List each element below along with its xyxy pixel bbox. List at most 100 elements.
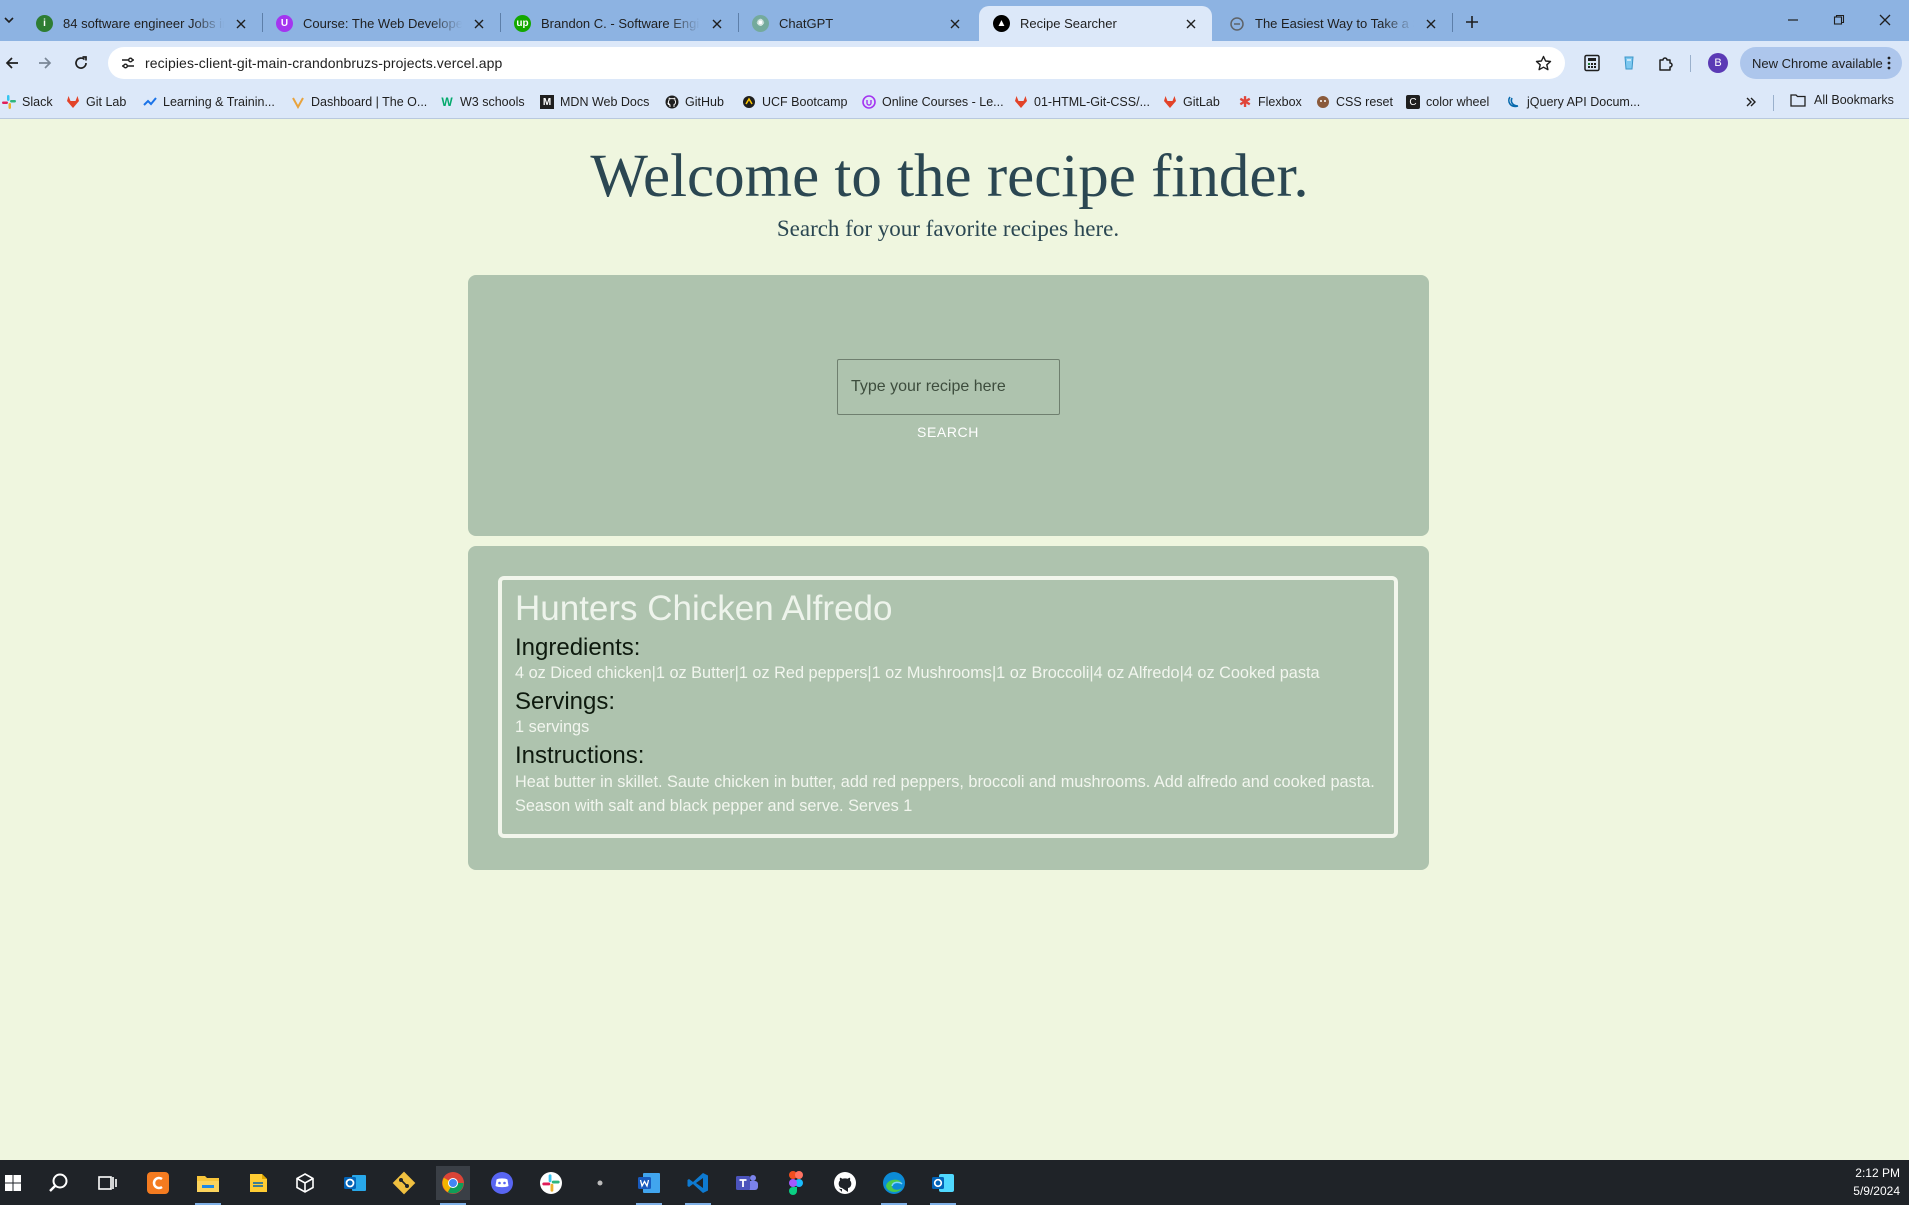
ingredients-heading: Ingredients: xyxy=(515,633,641,661)
bookmark-online-courses[interactable]: Online Courses - Le... xyxy=(862,93,1004,111)
close-tab-icon[interactable] xyxy=(232,15,250,33)
kebab-menu-icon[interactable] xyxy=(1886,55,1892,71)
servings-heading: Servings: xyxy=(515,687,616,715)
vscode-icon[interactable] xyxy=(681,1166,715,1205)
ucf-icon xyxy=(742,95,756,109)
figma-icon[interactable] xyxy=(779,1166,813,1200)
mdn-icon: M xyxy=(540,95,554,109)
tab-title: ChatGPT xyxy=(779,16,834,31)
gitlab-icon xyxy=(1014,95,1028,109)
close-tab-icon[interactable] xyxy=(1182,15,1200,33)
extensions-puzzle-icon[interactable] xyxy=(1654,51,1678,75)
slack-icon xyxy=(2,95,16,109)
3d-box-icon[interactable] xyxy=(288,1166,322,1200)
bookmark-github[interactable]: GitHub xyxy=(665,93,724,111)
close-tab-icon[interactable] xyxy=(946,15,964,33)
page-content: Welcome to the recipe finder. Search for… xyxy=(0,120,1909,1160)
bookmark-ucf-bootcamp[interactable]: UCF Bootcamp xyxy=(742,93,847,111)
toolbar-separator xyxy=(1690,55,1691,72)
tab-search-chevron-icon[interactable] xyxy=(0,9,18,31)
browser-toolbar: recipies-client-git-main-crandonbruzs-pr… xyxy=(0,41,1909,85)
flexbox-icon: ✱ xyxy=(1238,94,1252,111)
outlook-icon[interactable] xyxy=(338,1166,372,1200)
bookmark-flexbox[interactable]: ✱ Flexbox xyxy=(1238,93,1302,111)
edge-icon[interactable] xyxy=(877,1166,911,1205)
outlook-new-icon[interactable] xyxy=(926,1166,960,1205)
all-bookmarks-button[interactable]: All Bookmarks xyxy=(1790,93,1894,107)
restore-window-icon[interactable] xyxy=(1826,8,1852,32)
minimize-window-icon[interactable] xyxy=(1780,8,1806,32)
windows-start-icon[interactable] xyxy=(0,1166,30,1200)
url-text: recipies-client-git-main-crandonbruzs-pr… xyxy=(145,55,503,71)
back-arrow-icon[interactable] xyxy=(0,51,24,75)
new-tab-plus-icon[interactable] xyxy=(1460,10,1484,34)
tab-recipe-searcher[interactable]: ▲ Recipe Searcher xyxy=(979,6,1212,41)
tab-chatgpt[interactable]: ✺ ChatGPT xyxy=(738,6,976,41)
reload-icon[interactable] xyxy=(69,51,93,75)
close-window-icon[interactable] xyxy=(1872,8,1898,32)
slack-icon[interactable] xyxy=(534,1166,568,1200)
profile-avatar[interactable]: B xyxy=(1708,53,1728,73)
bookmark-html-git-css[interactable]: 01-HTML-Git-CSS/... xyxy=(1014,93,1150,111)
github-desktop-icon[interactable] xyxy=(828,1166,862,1200)
udemy-icon xyxy=(862,95,876,109)
close-tab-icon[interactable] xyxy=(1422,15,1440,33)
close-tab-icon[interactable] xyxy=(708,15,726,33)
bookmark-dashboard[interactable]: Dashboard | The O... xyxy=(291,93,427,111)
bookmark-star-icon[interactable] xyxy=(1533,53,1553,73)
site-settings-icon[interactable] xyxy=(118,53,138,73)
tab-strip: i 84 software engineer Jobs in H U Cours… xyxy=(0,0,1909,41)
recipe-search-input[interactable] xyxy=(837,359,1060,415)
bookmark-css-reset[interactable]: CSS reset xyxy=(1316,93,1393,111)
task-view-icon[interactable] xyxy=(91,1166,125,1200)
gitlab-icon xyxy=(66,95,80,109)
chatgpt-icon: ✺ xyxy=(752,15,769,32)
file-explorer-icon[interactable] xyxy=(191,1166,225,1205)
indeed-icon: i xyxy=(36,15,53,32)
address-bar[interactable]: recipies-client-git-main-crandonbruzs-pr… xyxy=(108,47,1565,79)
bookmark-slack[interactable]: Slack xyxy=(2,93,53,111)
bookmark-color-wheel[interactable]: C color wheel xyxy=(1406,93,1489,111)
app-orange-icon[interactable] xyxy=(141,1166,175,1200)
tab-upwork-profile[interactable]: up Brandon C. - Software Enginee xyxy=(500,6,738,41)
tab-indeed-jobs[interactable]: i 84 software engineer Jobs in H xyxy=(22,6,262,41)
notes-icon[interactable] xyxy=(241,1166,275,1200)
tab-title: Recipe Searcher xyxy=(1020,16,1117,31)
bookmark-mdn-web-docs[interactable]: M MDN Web Docs xyxy=(540,93,649,111)
colorwheel-icon: C xyxy=(1406,95,1420,109)
page-title: Welcome to the recipe finder. xyxy=(590,143,1309,210)
word-icon[interactable] xyxy=(632,1166,666,1205)
tab-udemy-course[interactable]: U Course: The Web Developer Bo xyxy=(262,6,500,41)
new-chrome-available-button[interactable]: New Chrome available xyxy=(1740,47,1902,79)
teams-icon[interactable] xyxy=(730,1166,764,1200)
more-bookmarks-chevron-icon[interactable] xyxy=(1742,93,1760,111)
recipe-name: Hunters Chicken Alfredo xyxy=(515,589,893,628)
chrome-icon[interactable] xyxy=(436,1166,470,1205)
bookmark-learning-training[interactable]: Learning & Trainin... xyxy=(143,93,275,111)
udemy-icon: U xyxy=(276,15,293,32)
learning-icon xyxy=(143,95,157,109)
bookmark-jquery-api[interactable]: jQuery API Docum... xyxy=(1507,93,1640,111)
tab-title: Course: The Web Developer Bo xyxy=(303,16,462,31)
search-panel: SEARCH xyxy=(468,275,1429,536)
extension-cup-icon[interactable] xyxy=(1617,51,1641,75)
bookmark-w3-schools[interactable]: W W3 schools xyxy=(440,93,524,111)
github-icon xyxy=(665,95,679,109)
tab-screenshot-article[interactable]: The Easiest Way to Take a Scre xyxy=(1214,6,1452,41)
link-icon xyxy=(1228,15,1245,32)
forward-arrow-icon[interactable] xyxy=(33,51,57,75)
dot-icon[interactable] xyxy=(583,1166,617,1200)
servings-text: 1 servings xyxy=(515,718,590,737)
instructions-heading: Instructions: xyxy=(515,742,645,770)
search-button[interactable]: SEARCH xyxy=(888,421,1008,443)
git-icon[interactable] xyxy=(387,1166,421,1200)
bookmark-gitlab[interactable]: GitLab xyxy=(1163,93,1220,111)
bookmarks-bar: Slack Git Lab Learning & Trainin... Dash… xyxy=(0,85,1909,119)
discord-icon[interactable] xyxy=(485,1166,519,1200)
extension-calculator-icon[interactable] xyxy=(1580,51,1604,75)
search-icon[interactable] xyxy=(42,1166,76,1200)
system-clock[interactable]: 2:12 PM 5/9/2024 xyxy=(1853,1164,1900,1200)
clock-date: 5/9/2024 xyxy=(1853,1184,1900,1198)
bookmark-git-lab[interactable]: Git Lab xyxy=(66,93,126,111)
close-tab-icon[interactable] xyxy=(470,15,488,33)
